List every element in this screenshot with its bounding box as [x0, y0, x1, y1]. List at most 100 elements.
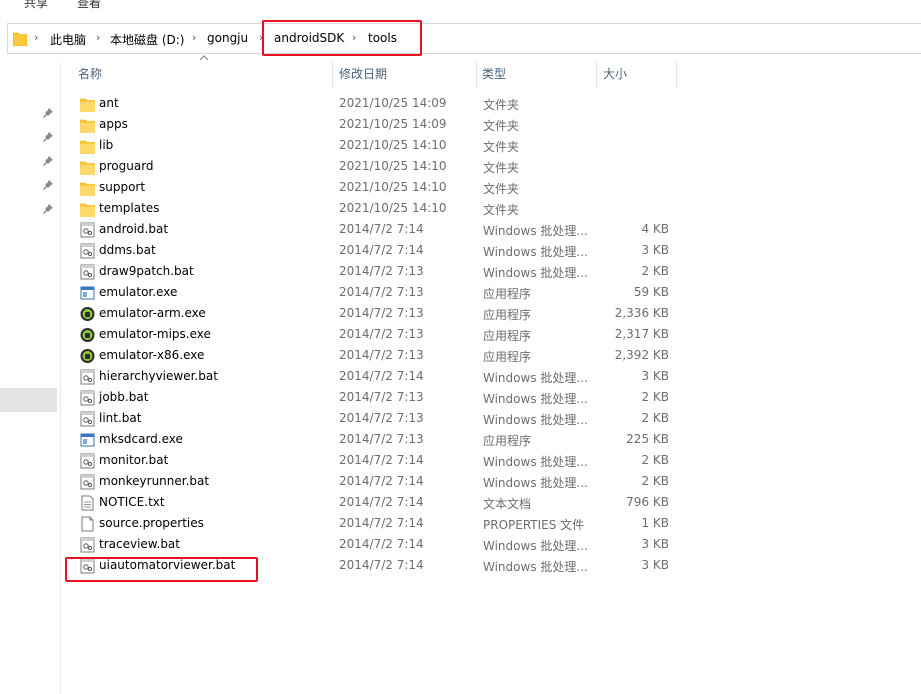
file-date: 2014/7/2 7:14: [339, 222, 424, 236]
file-row[interactable]: lib 2021/10/25 14:10 文件夹: [0, 136, 921, 157]
annotation-box-path: [262, 20, 422, 56]
ribbon-tabs: 共享 查看: [0, 0, 921, 16]
batch-file-icon: [80, 453, 95, 469]
file-size: 2 KB: [641, 453, 669, 467]
file-name: emulator-x86.exe: [99, 348, 205, 362]
file-size: 2,336 KB: [614, 306, 669, 320]
chevron-right-icon[interactable]: ›: [192, 31, 196, 44]
file-type: Windows 批处理...: [483, 224, 588, 238]
file-name: mksdcard.exe: [99, 432, 183, 446]
file-date: 2021/10/25 14:10: [339, 159, 447, 173]
file-name: hierarchyviewer.bat: [99, 369, 218, 383]
file-size: 2,317 KB: [614, 327, 669, 341]
folder-icon: [79, 180, 96, 197]
column-header-name[interactable]: 名称: [78, 62, 102, 86]
file-row[interactable]: hierarchyviewer.bat 2014/7/2 7:14 Windows …: [0, 367, 921, 388]
file-type: Windows 批处理...: [483, 413, 588, 427]
breadcrumb-gongju[interactable]: gongju: [207, 31, 248, 45]
chevron-right-icon[interactable]: ›: [96, 31, 100, 44]
android-exe-icon: [80, 306, 95, 322]
batch-file-icon: [80, 390, 95, 406]
breadcrumb-local-disk[interactable]: 本地磁盘 (D:): [110, 31, 184, 48]
file-date: 2021/10/25 14:10: [339, 180, 447, 194]
file-type: PROPERTIES 文件: [483, 518, 585, 532]
chevron-right-icon[interactable]: ›: [34, 31, 38, 44]
file-type: 应用程序: [483, 308, 532, 322]
file-row[interactable]: templates 2021/10/25 14:10 文件夹: [0, 199, 921, 220]
file-row[interactable]: lint.bat 2014/7/2 7:13 Windows 批处理... 2 KB: [0, 409, 921, 430]
file-size: 225 KB: [626, 432, 669, 446]
file-row[interactable]: apps 2021/10/25 14:09 文件夹: [0, 115, 921, 136]
file-type: 应用程序: [483, 329, 532, 343]
file-type: 文件夹: [483, 140, 520, 154]
text-file-icon: [80, 495, 95, 511]
file-type: 文件夹: [483, 98, 520, 112]
file-date: 2014/7/2 7:14: [339, 516, 424, 530]
column-header-size[interactable]: 大小: [603, 62, 627, 86]
file-type: Windows 批处理...: [483, 371, 588, 385]
file-size: 3 KB: [641, 369, 669, 383]
file-row[interactable]: emulator.exe 2014/7/2 7:13 应用程序 59 KB: [0, 283, 921, 304]
file-date: 2014/7/2 7:14: [339, 474, 424, 488]
column-header-type[interactable]: 类型: [482, 62, 506, 86]
file-size: 1 KB: [641, 516, 669, 530]
column-divider[interactable]: [676, 62, 677, 88]
file-name: lint.bat: [99, 411, 142, 425]
folder-icon: [13, 32, 27, 46]
file-name: templates: [99, 201, 160, 215]
file-date: 2014/7/2 7:14: [339, 495, 424, 509]
batch-file-icon: [80, 369, 95, 385]
file-row[interactable]: source.properties 2014/7/2 7:14 PROPERTIES…: [0, 514, 921, 535]
file-size: 2 KB: [641, 411, 669, 425]
file-row[interactable]: mksdcard.exe 2014/7/2 7:13 应用程序 225 KB: [0, 430, 921, 451]
file-name: emulator-arm.exe: [99, 306, 206, 320]
folder-icon: [79, 159, 96, 176]
file-type: Windows 批处理...: [483, 245, 588, 259]
file-date: 2021/10/25 14:10: [339, 138, 447, 152]
tab-view[interactable]: 查看: [77, 0, 101, 11]
file-row[interactable]: monkeyrunner.bat 2014/7/2 7:14 Windows 批处理…: [0, 472, 921, 493]
batch-file-icon: [80, 264, 95, 280]
file-size: 3 KB: [641, 537, 669, 551]
file-type: 文本文档: [483, 497, 532, 511]
batch-file-icon: [80, 474, 95, 490]
file-name: apps: [99, 117, 128, 131]
file-size: 2 KB: [641, 474, 669, 488]
file-type: 应用程序: [483, 350, 532, 364]
file-row[interactable]: emulator-x86.exe 2014/7/2 7:13 应用程序 2,392 K…: [0, 346, 921, 367]
file-size: 796 KB: [626, 495, 669, 509]
file-date: 2014/7/2 7:13: [339, 285, 424, 299]
file-size: 59 KB: [633, 285, 669, 299]
file-type: Windows 批处理...: [483, 266, 588, 280]
file-row[interactable]: support 2021/10/25 14:10 文件夹: [0, 178, 921, 199]
file-row[interactable]: jobb.bat 2014/7/2 7:13 Windows 批处理... 2 KB: [0, 388, 921, 409]
file-name: emulator-mips.exe: [99, 327, 211, 341]
file-row[interactable]: draw9patch.bat 2014/7/2 7:13 Windows 批处理..…: [0, 262, 921, 283]
file-row[interactable]: monitor.bat 2014/7/2 7:14 Windows 批处理... 2 …: [0, 451, 921, 472]
column-divider[interactable]: [476, 62, 477, 88]
file-row[interactable]: ddms.bat 2014/7/2 7:14 Windows 批处理... 3 KB: [0, 241, 921, 262]
file-row[interactable]: ant 2021/10/25 14:09 文件夹: [0, 94, 921, 115]
column-divider[interactable]: [596, 62, 597, 88]
breadcrumb-this-pc[interactable]: 此电脑: [50, 31, 86, 48]
tab-share[interactable]: 共享: [24, 0, 48, 11]
batch-file-icon: [80, 243, 95, 259]
file-size: 2 KB: [641, 264, 669, 278]
file-row[interactable]: android.bat 2014/7/2 7:14 Windows 批处理... 4 …: [0, 220, 921, 241]
file-row[interactable]: traceview.bat 2014/7/2 7:14 Windows 批处理...…: [0, 535, 921, 556]
file-date: 2014/7/2 7:14: [339, 369, 424, 383]
file-row[interactable]: NOTICE.txt 2014/7/2 7:14 文本文档 796 KB: [0, 493, 921, 514]
file-row[interactable]: proguard 2021/10/25 14:10 文件夹: [0, 157, 921, 178]
file-type: Windows 批处理...: [483, 392, 588, 406]
file-row[interactable]: emulator-arm.exe 2014/7/2 7:13 应用程序 2,336 K…: [0, 304, 921, 325]
column-header-date[interactable]: 修改日期: [339, 62, 387, 86]
file-name: support: [99, 180, 146, 194]
file-date: 2014/7/2 7:13: [339, 411, 424, 425]
file-row[interactable]: emulator-mips.exe 2014/7/2 7:13 应用程序 2,317 …: [0, 325, 921, 346]
address-bar[interactable]: › 此电脑 › 本地磁盘 (D:) › gongju › androidSDK …: [7, 23, 921, 54]
folder-icon: [79, 117, 96, 134]
file-type: 应用程序: [483, 287, 532, 301]
file-type: 文件夹: [483, 161, 520, 175]
column-divider[interactable]: [332, 62, 333, 88]
file-size: 4 KB: [641, 222, 669, 236]
